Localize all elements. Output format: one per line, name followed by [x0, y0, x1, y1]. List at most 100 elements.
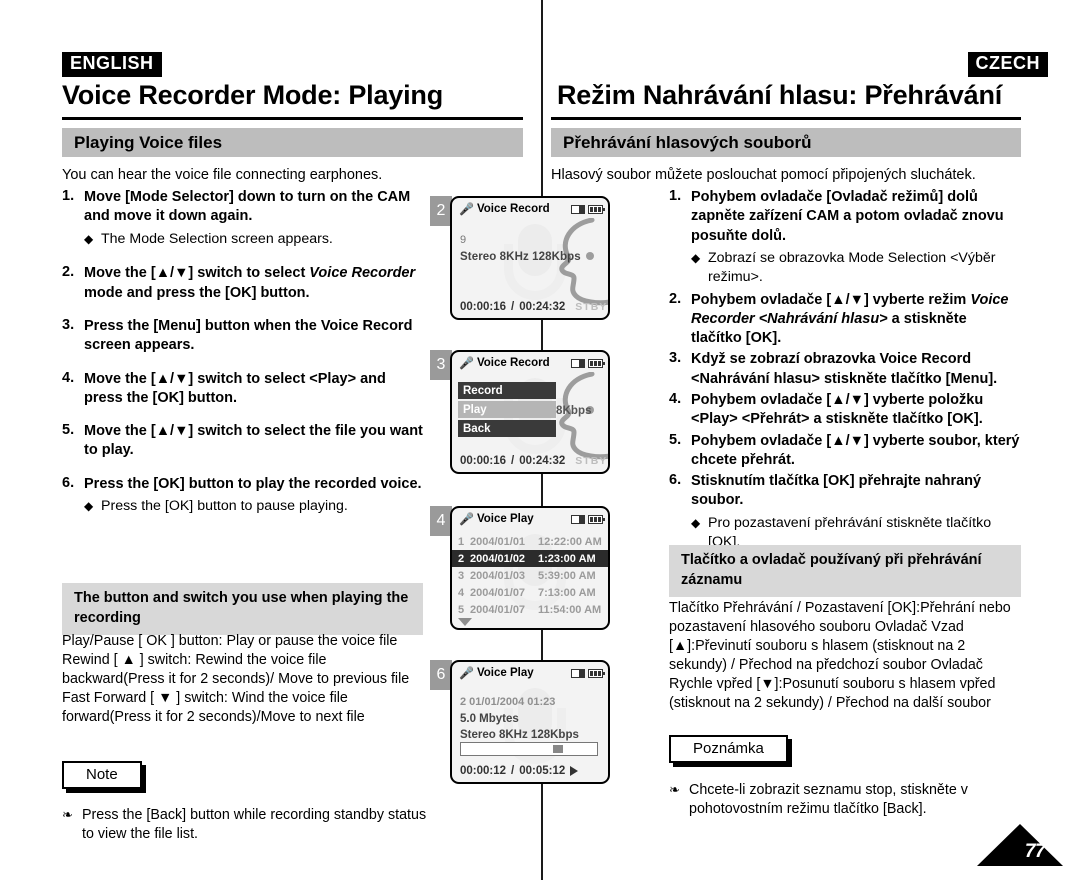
step-bullet-text: Press the [OK] button to pause playing.	[101, 497, 348, 514]
status-label-2: STBY	[575, 455, 608, 467]
intro-text-english: You can hear the voice file connecting e…	[62, 167, 383, 183]
battery-icon	[588, 514, 605, 524]
step-bullet: ◆ Zobrazí se obrazovka Mode Selection <V…	[691, 249, 1021, 287]
file-date: 2004/01/01	[470, 535, 526, 548]
step-badge: 4	[430, 506, 452, 536]
step-item: 1. Move [Mode Selector] down to turn on …	[62, 188, 424, 250]
note-text-czech-label: Chcete-li zobrazit seznamu stop, stiskně…	[689, 782, 968, 817]
menu-item-play[interactable]: Play	[458, 401, 556, 418]
language-tag-czech: CZECH	[967, 52, 1048, 77]
time-separator-2: /	[511, 455, 515, 467]
microphone-icon: 🎤	[459, 512, 474, 526]
step-text: Stisknutím tlačítka [OK] přehrajte nahra…	[691, 473, 982, 509]
file-index: 1	[458, 535, 465, 548]
progress-bar[interactable]	[460, 742, 598, 756]
step-text: Pohybem ovladače [▲/▼] vyberte soubor, k…	[691, 432, 1020, 468]
audio-format-1: Stereo 8KHz 128Kbps	[460, 251, 581, 263]
page-title-english: Voice Recorder Mode: Playing	[62, 80, 443, 110]
step-badge: 6	[430, 660, 452, 690]
step-text: Move [Mode Selector] down to turn on the…	[84, 189, 411, 225]
menu-item-record[interactable]: Record	[458, 382, 556, 399]
clover-icon: ❧	[62, 807, 73, 822]
file-index: 4	[458, 586, 465, 599]
list-item[interactable]: 1 2004/01/01 12:22:00 AM	[452, 533, 608, 550]
section-heading-english: Playing Voice files	[62, 128, 523, 157]
microphone-icon: 🎤	[459, 356, 474, 370]
page-number-badge	[977, 824, 1063, 866]
file-date: 2004/01/07	[470, 586, 526, 599]
file-date: 2004/01/03	[470, 569, 526, 582]
list-item[interactable]: 3 2004/01/03 5:39:00 AM	[452, 567, 608, 584]
lcd-body-2: 8Kbps Record Play Back 00:00:16 / 00:24:…	[452, 374, 608, 472]
step-number: 5.	[669, 431, 682, 448]
playback-details: 2 01/01/2004 01:23 5.0 Mbytes Stereo 8KH…	[460, 696, 600, 741]
battery-icon	[588, 204, 605, 214]
memory-card-icon	[571, 358, 585, 368]
note-label-czech: Poznámka	[669, 735, 788, 763]
lcd-footer-1: 00:00:16 / 00:24:32 STBY	[460, 301, 606, 313]
step-bullet: ◆ Press the [OK] button to pause playing…	[84, 497, 422, 516]
time-separator-4: /	[511, 765, 515, 777]
steps-list-english: 1. Move [Mode Selector] down to turn on …	[62, 188, 424, 529]
step-text: Press the [OK] button to play the record…	[84, 475, 422, 492]
file-date: 2004/01/02	[470, 552, 526, 565]
step-number: 5.	[62, 422, 75, 439]
list-item[interactable]: 5 2004/01/07 11:54:00 AM	[452, 601, 608, 618]
step-text: Pohybem ovladače [Ovladač režimů] dolů z…	[691, 189, 1004, 244]
time-separator-1: /	[511, 301, 515, 313]
lcd-title-3: Voice Play	[476, 513, 534, 525]
page-number: 77	[1024, 841, 1046, 862]
status-icons-1	[571, 204, 605, 214]
step-text-italic: Voice Recorder	[309, 265, 416, 282]
memory-card-icon	[571, 668, 585, 678]
progress-thumb[interactable]	[553, 745, 564, 753]
step-text: Move the [▲/▼] switch to select Voice Re…	[84, 264, 424, 303]
lcd-title-1: Voice Record	[476, 203, 550, 215]
file-index: 2	[458, 552, 465, 565]
scroll-down-icon[interactable]	[458, 618, 472, 626]
step-text-post: mode and press the [OK] button.	[84, 284, 310, 301]
file-time: 7:13:00 AM	[538, 586, 596, 599]
step-text: Move the [▲/▼] switch to select <Play> a…	[84, 370, 386, 406]
step-number: 1.	[669, 188, 682, 204]
lcd-body-1: 9 Stereo 8KHz 128Kbps 00:00:16 / 00:24:3…	[452, 220, 608, 318]
diamond-icon: ◆	[84, 498, 94, 513]
subsection-heading-czech: Tlačítko a ovladač používaný při přehráv…	[669, 545, 1021, 598]
note-text-czech: ❧ Chcete-li zobrazit seznamu stop, stisk…	[669, 781, 1025, 819]
manual-page: ENGLISH Voice Recorder Mode: Playing Pla…	[0, 0, 1080, 880]
step-item: 5. Move the [▲/▼] switch to select the f…	[62, 422, 424, 461]
lcd-footer-2: 00:00:16 / 00:24:32 STBY	[460, 455, 606, 467]
file-size: 5.0 Mbytes	[460, 713, 519, 725]
menu-item-back[interactable]: Back	[458, 420, 556, 437]
file-list[interactable]: 1 2004/01/01 12:22:00 AM 2 2004/01/02 1:…	[452, 533, 608, 618]
elapsed-time-1: 00:00:16	[460, 301, 507, 313]
step-item: 6. Stisknutím tlačítka [OK] přehrajte na…	[669, 472, 1021, 553]
subsection-heading-english: The button and switch you use when playi…	[62, 583, 423, 636]
step-item: 4. Pohybem ovladače [▲/▼] vyberte položk…	[669, 391, 1021, 430]
play-icon	[570, 766, 579, 776]
record-menu[interactable]: Record Play Back	[458, 382, 556, 439]
step-number: 2.	[669, 290, 682, 307]
step-item: 3. Když se zobrazí obrazovka Voice Recor…	[669, 350, 1021, 389]
step-number: 4.	[669, 391, 682, 407]
status-icons-4	[571, 668, 605, 678]
lcd-screen-1: 🎤 Voice Record 9 Stereo 8KHz 128Kbps 00:…	[450, 196, 610, 320]
step-number: 1.	[62, 188, 75, 204]
audio-format-4: Stereo 8KHz 128Kbps	[460, 729, 579, 741]
diamond-icon: ◆	[691, 250, 701, 265]
step-text: Pohybem ovladače [▲/▼] vyberte položku <…	[691, 392, 984, 428]
subsection-body-english: Play/Pause [ OK ] button: Play or pause …	[62, 633, 410, 725]
step-item: 4. Move the [▲/▼] switch to select <Play…	[62, 370, 424, 409]
step-item: 5. Pohybem ovladače [▲/▼] vyberte soubor…	[669, 432, 1021, 471]
list-item[interactable]: 4 2004/01/07 7:13:00 AM	[452, 584, 608, 601]
list-item-selected[interactable]: 2 2004/01/02 1:23:00 AM	[452, 550, 608, 567]
step-number: 2.	[62, 264, 75, 281]
file-time: 5:39:00 AM	[538, 569, 596, 582]
step-badge: 3	[430, 350, 452, 380]
lcd-header-3: 🎤 Voice Play	[452, 508, 608, 530]
file-time: 11:54:00 AM	[538, 603, 602, 616]
audio-format-2: 8Kbps	[556, 405, 592, 417]
file-time: 1:23:00 AM	[538, 552, 596, 565]
title-rule-czech	[551, 117, 1021, 120]
lcd-title-2: Voice Record	[476, 357, 550, 369]
